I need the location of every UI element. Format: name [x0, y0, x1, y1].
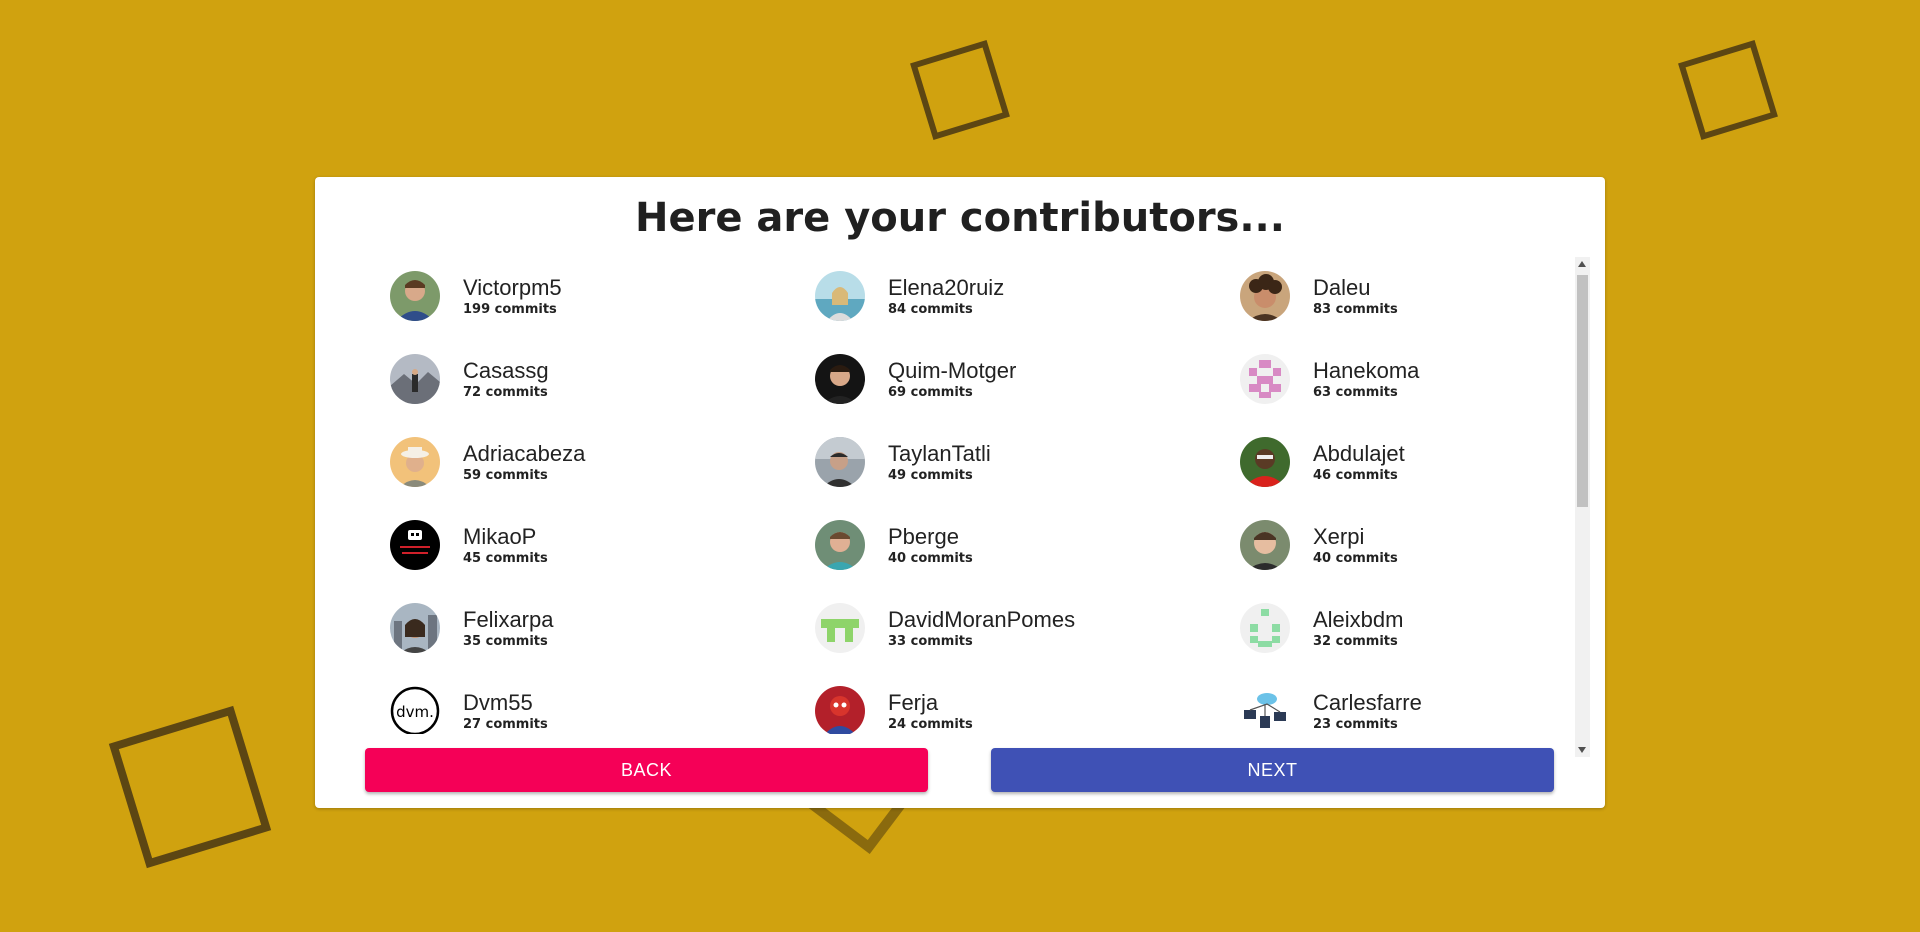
contributor-item[interactable]: Abdulajet 46 commits	[1240, 427, 1605, 487]
svg-text:dvm.: dvm.	[396, 703, 434, 721]
decor-square-top-right	[1678, 40, 1778, 140]
contributor-item[interactable]: Pberge 40 commits	[815, 510, 1215, 570]
avatar	[815, 437, 865, 487]
contributor-item[interactable]: Elena20ruiz 84 commits	[815, 261, 1215, 321]
contributor-name: Felixarpa	[463, 607, 554, 632]
commit-count: 63 commits	[1313, 385, 1398, 400]
avatar	[1240, 520, 1290, 570]
avatar	[390, 603, 440, 653]
commit-count: 59 commits	[463, 468, 548, 483]
contributor-name: Adriacabeza	[463, 441, 586, 466]
contributor-name: Quim-Motger	[888, 358, 1017, 383]
commit-count: 23 commits	[1313, 717, 1398, 732]
avatar	[390, 437, 440, 487]
contributor-item[interactable]: MikaoP 45 commits	[390, 510, 790, 570]
contributor-name: MikaoP	[463, 524, 537, 549]
avatar	[1240, 437, 1290, 487]
contributor-item[interactable]: Felixarpa 35 commits	[390, 593, 790, 653]
contributor-name: Elena20ruiz	[888, 275, 1005, 300]
commit-count: 72 commits	[463, 385, 548, 400]
contributor-item[interactable]: DavidMoranPomes 33 commits	[815, 593, 1215, 653]
commit-count: 46 commits	[1313, 468, 1398, 483]
avatar	[815, 603, 865, 653]
contributors-card: Here are your contributors... Victorpm5 1…	[315, 177, 1605, 808]
contributor-item[interactable]: dvm. Dvm55 27 commits	[390, 676, 790, 734]
commit-count: 24 commits	[888, 717, 973, 732]
contributor-name: Dvm55	[463, 690, 533, 715]
avatar	[815, 686, 865, 734]
contributor-name: Casassg	[463, 358, 549, 383]
decor-square-bottom-left	[108, 705, 272, 869]
commit-count: 83 commits	[1313, 302, 1398, 317]
contributor-item[interactable]: Adriacabeza 59 commits	[390, 427, 790, 487]
contributors-list[interactable]: Victorpm5 199 commits Elena20ruiz 84 commit…	[315, 257, 1605, 734]
page-title: Here are your contributors...	[635, 195, 1285, 241]
commit-count: 40 commits	[1313, 551, 1398, 566]
contributor-name: Ferja	[888, 690, 939, 715]
commit-count: 49 commits	[888, 468, 973, 483]
avatar	[1240, 603, 1290, 653]
scroll-down-icon[interactable]	[1578, 747, 1586, 753]
contributor-name: Daleu	[1313, 275, 1371, 300]
avatar	[390, 271, 440, 321]
contributor-item[interactable]: Quim-Motger 69 commits	[815, 344, 1215, 404]
avatar	[815, 271, 865, 321]
contributor-item[interactable]: Aleixbdm 32 commits	[1240, 593, 1605, 653]
avatar	[1240, 271, 1290, 321]
contributor-name: Carlesfarre	[1313, 690, 1422, 715]
avatar	[1240, 686, 1290, 734]
contributor-name: Abdulajet	[1313, 441, 1405, 466]
scroll-up-icon[interactable]	[1578, 261, 1586, 267]
commit-count: 35 commits	[463, 634, 548, 649]
contributor-name: Victorpm5	[463, 275, 562, 300]
contributor-name: TaylanTatli	[888, 441, 991, 466]
contributor-name: Pberge	[888, 524, 959, 549]
avatar	[815, 354, 865, 404]
contributor-item[interactable]: Hanekoma 63 commits	[1240, 344, 1605, 404]
contributor-item[interactable]: TaylanTatli 49 commits	[815, 427, 1215, 487]
contributor-item[interactable]: Carlesfarre 23 commits	[1240, 676, 1605, 734]
commit-count: 45 commits	[463, 551, 548, 566]
commit-count: 32 commits	[1313, 634, 1398, 649]
avatar	[390, 520, 440, 570]
commit-count: 33 commits	[888, 634, 973, 649]
commit-count: 40 commits	[888, 551, 973, 566]
contributor-item[interactable]: Victorpm5 199 commits	[390, 261, 790, 321]
avatar	[390, 354, 440, 404]
contributor-name: Aleixbdm	[1313, 607, 1404, 632]
contributor-item[interactable]: Daleu 83 commits	[1240, 261, 1605, 321]
decor-square-top-center	[910, 40, 1010, 140]
back-button[interactable]: BACK	[365, 748, 928, 792]
commit-count: 69 commits	[888, 385, 973, 400]
commit-count: 199 commits	[463, 302, 557, 317]
avatar	[815, 520, 865, 570]
contributor-item[interactable]: Xerpi 40 commits	[1240, 510, 1605, 570]
contributor-name: Xerpi	[1313, 524, 1365, 549]
scroll-thumb[interactable]	[1577, 275, 1588, 507]
commit-count: 27 commits	[463, 717, 548, 732]
avatar: dvm.	[390, 686, 440, 734]
contributor-item[interactable]: Ferja 24 commits	[815, 676, 1215, 734]
contributor-name: Hanekoma	[1313, 358, 1420, 383]
next-button[interactable]: NEXT	[991, 748, 1554, 792]
contributor-item[interactable]: Casassg 72 commits	[390, 344, 790, 404]
commit-count: 84 commits	[888, 302, 973, 317]
avatar	[1240, 354, 1290, 404]
scrollbar[interactable]	[1575, 257, 1590, 757]
contributor-name: DavidMoranPomes	[888, 607, 1076, 632]
